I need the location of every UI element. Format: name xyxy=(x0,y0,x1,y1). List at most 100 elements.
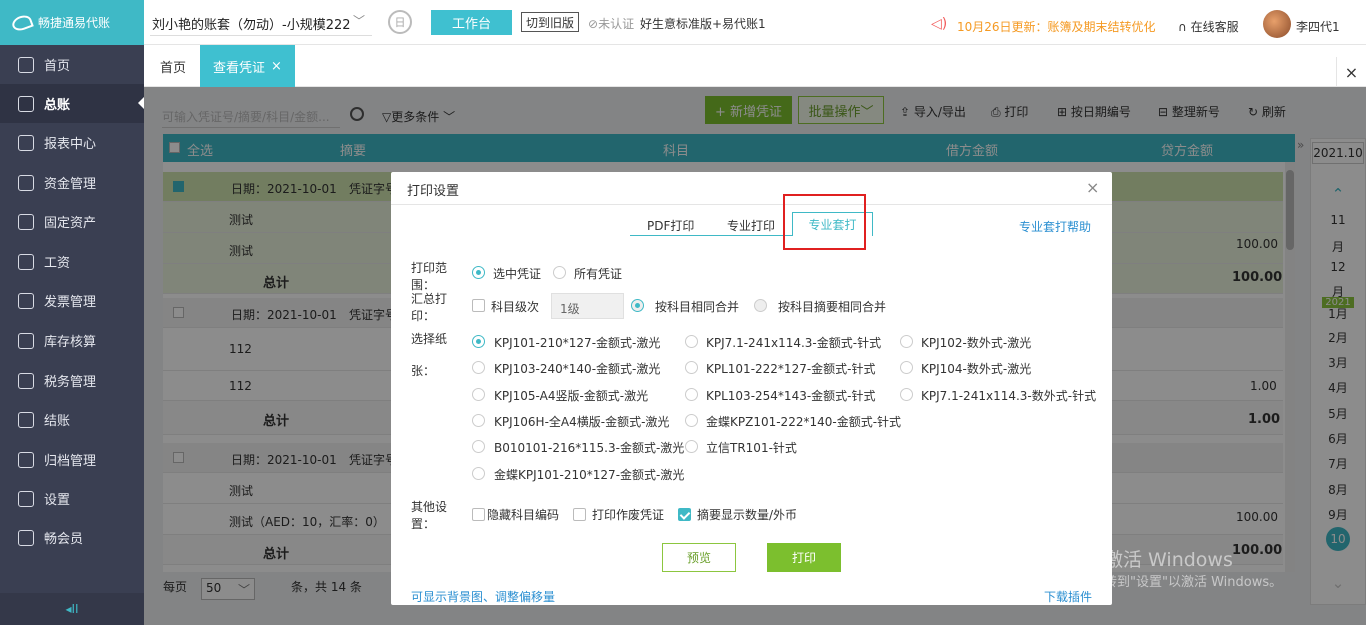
old-version-button[interactable]: 切到旧版 xyxy=(521,12,580,32)
tab-pdf-print[interactable]: PDF打印 xyxy=(647,217,694,234)
collapse-sidebar-button[interactable]: ◂II xyxy=(0,593,144,625)
merge-subject-label[interactable]: 按科目相同合并 xyxy=(655,298,739,315)
sidebar-item-salary[interactable]: 工资 xyxy=(0,242,144,281)
sidebar-item-label: 结账 xyxy=(44,414,71,429)
version-label: 好生意标准版+易代账1 xyxy=(640,17,766,31)
paper-radio[interactable] xyxy=(685,335,698,348)
subject-level-label[interactable]: 科目级次 xyxy=(491,298,539,315)
sidebar-item-home[interactable]: 首页 xyxy=(0,45,144,84)
sidebar-item-close-book[interactable]: 结账 xyxy=(0,400,144,439)
paper-option[interactable]: KPJ7.1-241x114.3-数外式-针式 xyxy=(921,387,1096,404)
sidebar-item-inventory[interactable]: 库存核算 xyxy=(0,321,144,360)
account-selector[interactable]: 刘小艳的账套（勿动）-小规模222 xyxy=(152,14,351,33)
print-confirm-button[interactable]: 打印 xyxy=(767,543,841,572)
paper-radio[interactable] xyxy=(900,388,913,401)
paper-radio[interactable] xyxy=(685,414,698,427)
range-all-radio[interactable] xyxy=(553,266,566,279)
avatar[interactable] xyxy=(1263,10,1291,38)
paper-radio[interactable] xyxy=(472,388,485,401)
sidebar-item-settings[interactable]: 设置 xyxy=(0,479,144,518)
paper-radio[interactable] xyxy=(900,361,913,374)
paper-option[interactable]: KPL101-222*127-金额式-针式 xyxy=(706,360,876,377)
dialog-divider xyxy=(391,204,1112,205)
paper-option[interactable]: KPJ106H-全A4横版-金额式-激光 xyxy=(494,413,669,430)
download-plugin-link[interactable]: 下载插件 xyxy=(1044,588,1092,605)
preview-button[interactable]: 预览 xyxy=(662,543,736,572)
tab-home[interactable]: 首页 xyxy=(160,57,186,76)
summary-label: 汇总打 印： xyxy=(411,291,447,325)
sidebar-item-assets[interactable]: 固定资产 xyxy=(0,202,144,241)
paper-option[interactable]: KPJ104-数外式-激光 xyxy=(921,360,1031,377)
paper-radio[interactable] xyxy=(472,335,485,348)
paper-option[interactable]: 金蝶KPZ101-222*140-金额式-针式 xyxy=(706,413,901,430)
tab-pro-print[interactable]: 专业打印 xyxy=(727,217,775,234)
close-icon[interactable]: × xyxy=(1086,178,1099,197)
other-label-line2: 置： xyxy=(411,517,436,531)
paper-radio[interactable] xyxy=(472,361,485,374)
sidebar-item-label: 库存核算 xyxy=(44,335,97,350)
range-all-label[interactable]: 所有凭证 xyxy=(574,265,622,282)
close-all-tabs-button[interactable]: × xyxy=(1336,57,1366,87)
background-offset-link[interactable]: 可显示背景图、调整偏移量 xyxy=(411,588,555,605)
sidebar-item-vip[interactable]: 畅会员 xyxy=(0,518,144,557)
merge-subject-summary-radio[interactable] xyxy=(754,299,767,312)
subject-level-checkbox[interactable] xyxy=(472,299,485,312)
subject-level-input[interactable]: 1级 xyxy=(551,293,624,319)
sidebar-item-invoice[interactable]: 发票管理 xyxy=(0,281,144,320)
print-void-label[interactable]: 打印作废凭证 xyxy=(592,506,664,523)
paper-option[interactable]: KPL103-254*143-金额式-针式 xyxy=(706,387,876,404)
range-label-line2: 围： xyxy=(411,278,436,292)
update-notice[interactable]: 10月26日更新：账簿及期末结转优化 xyxy=(957,18,1156,35)
account-underline xyxy=(150,35,372,36)
paper-option[interactable]: KPJ101-210*127-金额式-激光 xyxy=(494,334,660,351)
logo[interactable]: 畅捷通易代账 xyxy=(0,0,144,45)
sidebar-item-label: 总账 xyxy=(44,98,71,113)
hide-subject-code-label[interactable]: 隐藏科目编码 xyxy=(487,506,559,523)
sidebar-item-tax[interactable]: 税务管理 xyxy=(0,361,144,400)
paper-option[interactable]: 立信TR101-针式 xyxy=(706,439,797,456)
sidebar-item-funds[interactable]: 资金管理 xyxy=(0,163,144,202)
paper-radio[interactable] xyxy=(685,388,698,401)
range-selected-radio[interactable] xyxy=(472,266,485,279)
range-selected-label[interactable]: 选中凭证 xyxy=(493,265,541,282)
sidebar-item-reports[interactable]: 报表中心 xyxy=(0,123,144,162)
hide-subject-code-checkbox[interactable] xyxy=(472,508,485,521)
paper-label-line1: 选择纸 xyxy=(411,332,448,346)
inventory-icon xyxy=(18,332,34,349)
paper-option[interactable]: 金蝶KPJ101-210*127-金额式-激光 xyxy=(494,466,684,483)
tax-icon xyxy=(18,372,34,389)
sidebar-item-label: 发票管理 xyxy=(44,295,97,310)
paper-option[interactable]: KPJ7.1-241x114.3-金额式-针式 xyxy=(706,334,881,351)
paper-option[interactable]: KPJ105-A4竖版-金额式-激光 xyxy=(494,387,648,404)
merge-subject-summary-label[interactable]: 按科目摘要相同合并 xyxy=(778,298,886,315)
user-name[interactable]: 李四代1 xyxy=(1296,18,1340,35)
show-quantity-checkbox[interactable] xyxy=(678,508,691,521)
paper-option[interactable]: KPJ103-240*140-金额式-激光 xyxy=(494,360,660,377)
print-void-checkbox[interactable] xyxy=(573,508,586,521)
merge-subject-radio[interactable] xyxy=(631,299,644,312)
show-quantity-label[interactable]: 摘要显示数量/外币 xyxy=(697,506,797,523)
paper-radio[interactable] xyxy=(685,361,698,374)
paper-radio[interactable] xyxy=(472,440,485,453)
workbench-button[interactable]: 工作台 xyxy=(431,10,512,35)
sidebar-item-label: 税务管理 xyxy=(44,375,97,390)
paper-radio[interactable] xyxy=(900,335,913,348)
paper-radio[interactable] xyxy=(685,440,698,453)
sidebar-item-archive[interactable]: 归档管理 xyxy=(0,440,144,479)
paper-option[interactable]: B010101-216*115.3-金额式-激光 xyxy=(494,439,684,456)
calendar-icon[interactable]: 日 xyxy=(388,10,412,34)
sidebar-item-label: 工资 xyxy=(44,256,71,271)
template-help-link[interactable]: 专业套打帮助 xyxy=(1019,218,1091,235)
dialog-title: 打印设置 xyxy=(407,184,460,199)
gear-icon xyxy=(18,490,34,507)
online-service-link[interactable]: ∩ 在线客服 xyxy=(1178,18,1239,35)
close-icon[interactable]: × xyxy=(271,59,282,74)
paper-radio[interactable] xyxy=(472,467,485,480)
paper-option[interactable]: KPJ102-数外式-激光 xyxy=(921,334,1031,351)
sidebar-item-ledger[interactable]: 总账 xyxy=(0,84,144,123)
tab-label: 查看凭证 xyxy=(213,60,266,76)
chevron-down-icon[interactable]: ﹀ xyxy=(353,12,365,29)
tab-view-voucher[interactable]: 查看凭证 × xyxy=(200,45,295,87)
paper-radio[interactable] xyxy=(472,414,485,427)
invoice-icon xyxy=(18,292,34,309)
